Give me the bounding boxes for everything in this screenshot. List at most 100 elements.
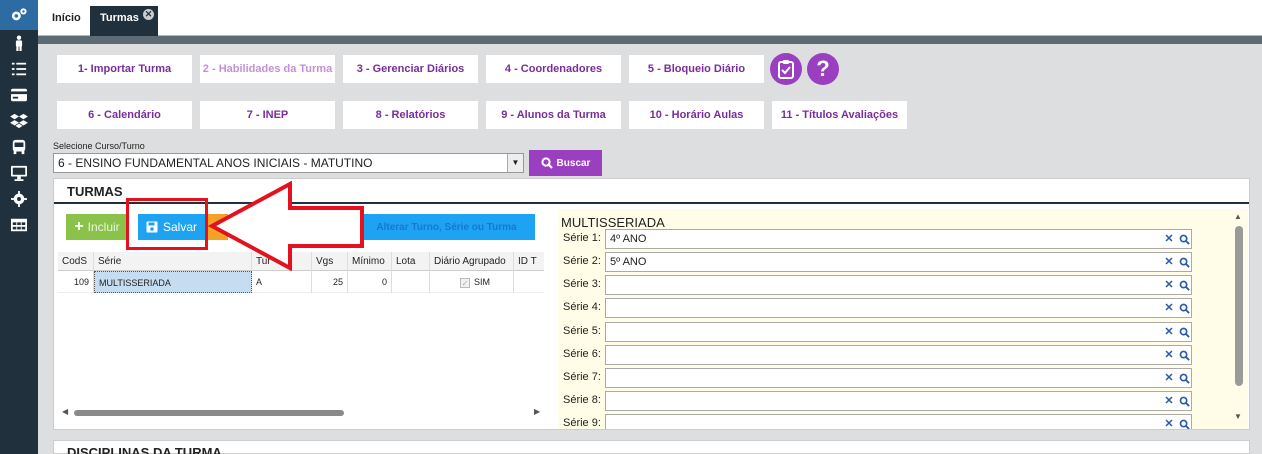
serie-input[interactable] <box>605 322 1192 342</box>
importar-turma-button[interactable]: 1- Importar Turma <box>56 54 193 84</box>
search-icon[interactable] <box>1177 277 1191 293</box>
tab-turmas[interactable]: Turmas ✕ <box>90 6 158 36</box>
sidebar-item-table[interactable] <box>0 212 38 238</box>
col-cods[interactable]: CodS <box>58 252 94 271</box>
chevron-down-icon[interactable]: ▼ <box>507 154 523 172</box>
calendario-button[interactable]: 6 - Calendário <box>56 100 193 130</box>
search-icon[interactable] <box>1177 347 1191 363</box>
gerenciar-diarios-button[interactable]: 3 - Gerenciar Diários <box>342 54 479 84</box>
serie-label: Série 2: <box>563 255 601 267</box>
clipboard-check-button[interactable] <box>770 53 802 85</box>
habilidades-turma-button[interactable]: 2 - Habilidades da Turma <box>199 54 336 84</box>
serie-row: Série 8: ✕ <box>558 391 1228 411</box>
scroll-left-icon[interactable]: ◀ <box>62 407 68 416</box>
serie-input[interactable] <box>605 298 1192 318</box>
disciplinas-panel: DISCIPLINAS DA TURMA <box>53 440 1250 454</box>
relatorios-button[interactable]: 8 - Relatórios <box>342 100 479 130</box>
boxes-icon <box>10 113 28 129</box>
sidebar-item-card[interactable] <box>0 82 38 108</box>
search-icon[interactable] <box>1177 416 1191 429</box>
gear-icon <box>11 191 27 207</box>
sidebar-item-bus[interactable] <box>0 134 38 160</box>
serie-label: Série 7: <box>563 371 601 383</box>
clear-icon[interactable]: ✕ <box>1162 324 1176 340</box>
search-icon[interactable] <box>1177 254 1191 270</box>
col-id-t[interactable]: ID T <box>514 252 544 271</box>
inep-button[interactable]: 7 - INEP <box>199 100 336 130</box>
cell-serie[interactable]: MULTISSERIADA <box>94 271 252 293</box>
checkbox-icon[interactable]: ✓ <box>460 278 470 288</box>
clear-icon[interactable]: ✕ <box>1162 231 1176 247</box>
clear-icon[interactable]: ✕ <box>1162 300 1176 316</box>
cell-diario-agrupado: ✓ SIM <box>430 271 514 293</box>
titulos-avaliacoes-button[interactable]: 11 - Títulos Avaliações <box>771 100 908 130</box>
sidebar-item-gear[interactable] <box>0 186 38 212</box>
alunos-turma-button[interactable]: 9 - Alunos da Turma <box>485 100 622 130</box>
serie-input[interactable] <box>605 368 1192 388</box>
alterar-turno-serie-turma-button[interactable]: Alterar Turno, Série ou Turma <box>358 214 535 240</box>
clear-icon[interactable]: ✕ <box>1162 416 1176 429</box>
multisseriada-title: MULTISSERIADA <box>561 215 665 230</box>
search-icon[interactable] <box>1177 231 1191 247</box>
clear-icon[interactable]: ✕ <box>1162 370 1176 386</box>
clear-icon[interactable]: ✕ <box>1162 393 1176 409</box>
scroll-up-icon[interactable]: ▲ <box>1234 212 1242 221</box>
search-icon[interactable] <box>1177 300 1191 316</box>
buscar-button[interactable]: Buscar <box>529 150 602 176</box>
annotation-arrow-icon <box>207 180 364 272</box>
serie-input[interactable] <box>605 391 1192 411</box>
serie-input[interactable] <box>605 275 1192 295</box>
coordenadores-button[interactable]: 4 - Coordenadores <box>485 54 622 84</box>
search-icon[interactable] <box>1177 324 1191 340</box>
horario-aulas-button[interactable]: 10 - Horário Aulas <box>628 100 765 130</box>
clear-icon[interactable]: ✕ <box>1162 347 1176 363</box>
serie-row: Série 9: ✕ <box>558 414 1228 429</box>
plus-icon: + <box>74 218 84 235</box>
serie-row: Série 7: ✕ <box>558 368 1228 388</box>
serie-input[interactable]: 4º ANO <box>605 229 1192 249</box>
sidebar-item-list[interactable] <box>0 56 38 82</box>
sidebar-item-person[interactable] <box>0 30 38 56</box>
serie-label: Série 9: <box>563 417 601 429</box>
list-icon <box>11 62 27 76</box>
sidebar-item-boxes[interactable] <box>0 108 38 134</box>
table-icon <box>11 218 27 232</box>
col-lota[interactable]: Lota <box>392 252 430 271</box>
sidebar-item-settings[interactable] <box>0 0 38 30</box>
grid-horizontal-scrollbar[interactable]: ◀ ▶ <box>60 404 546 420</box>
icon-sidebar <box>0 0 38 454</box>
monitor-icon <box>11 165 27 181</box>
clear-icon[interactable]: ✕ <box>1162 254 1176 270</box>
disciplinas-title: DISCIPLINAS DA TURMA <box>67 445 222 454</box>
search-icon[interactable] <box>1177 370 1191 386</box>
sidebar-item-monitor[interactable] <box>0 160 38 186</box>
person-icon <box>15 35 23 51</box>
col-diario-agrupado[interactable]: Diário Agrupado <box>430 252 514 271</box>
serie-label: Série 5: <box>563 325 601 337</box>
bloqueio-diario-button[interactable]: 5 - Bloqueio Diário <box>628 54 765 84</box>
search-icon[interactable] <box>1177 393 1191 409</box>
content-header-strip <box>38 36 1262 44</box>
curso-turno-select[interactable]: 6 - ENSINO FUNDAMENTAL ANOS INICIAIS - M… <box>53 153 524 173</box>
serie-label: Série 1: <box>563 232 601 244</box>
scrollbar-thumb[interactable] <box>1235 226 1243 386</box>
table-row[interactable]: 109 MULTISSERIADA A 25 0 ✓ SIM <box>58 271 544 293</box>
close-tab-icon[interactable]: ✕ <box>143 9 154 20</box>
help-button[interactable]: ? <box>807 53 839 85</box>
incluir-button[interactable]: + Incluir <box>66 214 128 240</box>
serie-input[interactable]: 5º ANO <box>605 252 1192 272</box>
scroll-right-icon[interactable]: ▶ <box>534 407 540 416</box>
serie-input[interactable] <box>605 414 1192 429</box>
scrollbar-thumb[interactable] <box>74 410 344 416</box>
tab-turmas-label: Turmas <box>100 12 139 24</box>
cell-vgs: 25 <box>312 271 348 293</box>
tab-inicio[interactable]: Início <box>42 6 91 36</box>
serie-label: Série 8: <box>563 394 601 406</box>
multisseriada-vertical-scrollbar[interactable]: ▲ ▼ <box>1232 212 1246 424</box>
serie-row: Série 5: ✕ <box>558 322 1228 342</box>
scroll-down-icon[interactable]: ▼ <box>1234 412 1242 421</box>
agrupado-value: SIM <box>474 277 491 287</box>
clear-icon[interactable]: ✕ <box>1162 277 1176 293</box>
serie-input[interactable] <box>605 345 1192 365</box>
serie-row: Série 2: 5º ANO ✕ <box>558 252 1228 272</box>
